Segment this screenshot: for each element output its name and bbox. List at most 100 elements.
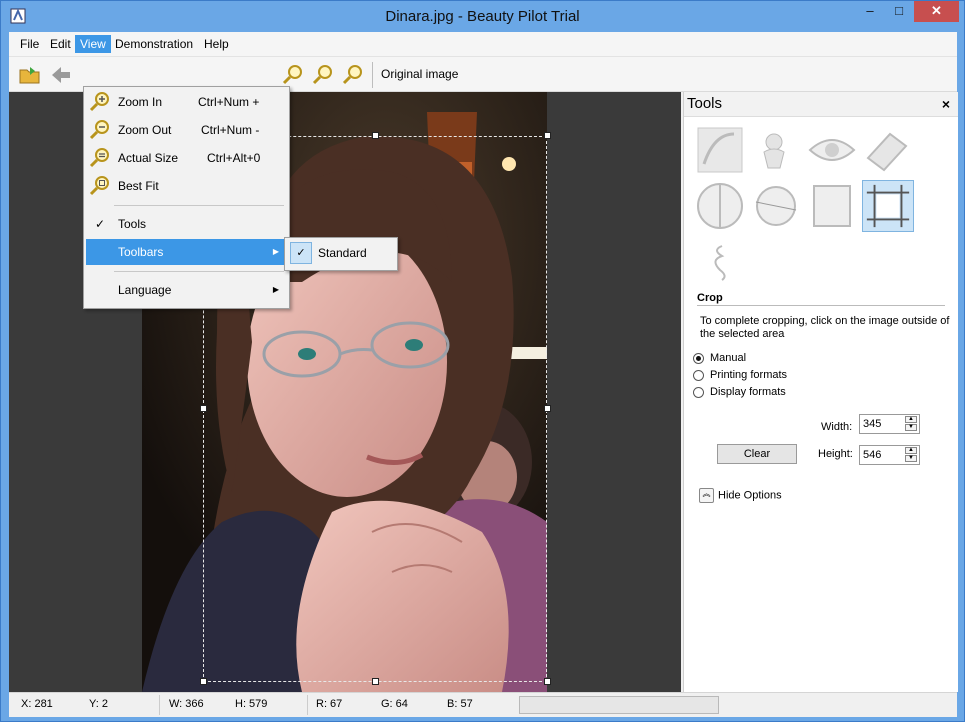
radio-dot[interactable]: [693, 352, 704, 364]
tools-header: Tools ×: [684, 92, 958, 117]
section-divider: [697, 305, 945, 306]
crop-section-title: Crop: [697, 292, 723, 304]
resize-tool-icon[interactable]: [806, 180, 858, 232]
crop-handle-bottom-right[interactable]: [544, 678, 551, 685]
curve-tool-icon[interactable]: [694, 236, 746, 288]
menu-label: Zoom In: [118, 95, 163, 109]
menu-separator: [114, 205, 284, 206]
rotate-tool-icon[interactable]: [750, 180, 802, 232]
eraser-tool-icon[interactable]: [862, 124, 914, 176]
menu-label: Zoom Out: [118, 123, 172, 137]
cherub-tool-icon[interactable]: [750, 124, 802, 176]
crop-handle-top[interactable]: [372, 132, 379, 139]
radio-dot[interactable]: [693, 369, 704, 381]
status-b: B: 57: [447, 698, 473, 710]
radio-dot[interactable]: [693, 386, 704, 398]
menu-item-best-fit[interactable]: Best Fit: [86, 173, 285, 199]
eye-tool-icon[interactable]: [806, 124, 858, 176]
maximize-button[interactable]: □: [885, 1, 913, 22]
original-image-button[interactable]: Original image: [381, 67, 458, 81]
menu-demonstration[interactable]: Demonstration: [110, 35, 198, 53]
clear-button[interactable]: Clear: [717, 444, 797, 464]
radio-label: Display formats: [710, 386, 786, 398]
submenu-arrow-icon: ▶: [272, 285, 279, 294]
menu-file[interactable]: File: [15, 35, 44, 53]
radio-label: Printing formats: [710, 369, 788, 381]
down-arrow-icon[interactable]: ▼: [905, 455, 917, 462]
width-spin-arrows[interactable]: ▲ ▼: [905, 416, 917, 432]
window-title: Dinara.jpg - Beauty Pilot Trial: [385, 8, 580, 25]
minimize-button[interactable]: –: [856, 1, 884, 22]
tools-panel: Tools × Crop To complete cropping, click…: [683, 92, 958, 692]
zoom-out-toolbar-icon[interactable]: [281, 63, 305, 87]
menu-view[interactable]: View: [75, 35, 111, 53]
menu-label: Toolbars: [118, 245, 164, 259]
best-fit-toolbar-icon[interactable]: [341, 63, 365, 87]
status-g: G: 64: [381, 698, 408, 710]
up-arrow-icon[interactable]: ▲: [905, 447, 917, 454]
menu-label: Language: [118, 283, 172, 297]
toolbars-submenu: ✓ Standard: [284, 237, 398, 271]
height-spin-arrows[interactable]: ▲ ▼: [905, 447, 917, 463]
status-x: X: 281: [21, 698, 53, 710]
crop-handle-top-right[interactable]: [544, 132, 551, 139]
height-value[interactable]: 546: [863, 449, 881, 461]
crop-handle-right[interactable]: [544, 405, 551, 412]
actual-size-toolbar-icon[interactable]: [311, 63, 335, 87]
progress-bar: [519, 696, 719, 714]
contrast-tool-icon[interactable]: [694, 180, 746, 232]
tools-title: Tools: [687, 95, 723, 112]
collapse-icon[interactable]: ︽: [699, 488, 714, 503]
crop-tool-icon[interactable]: [862, 180, 914, 232]
hide-options-button[interactable]: ︽ Hide Options: [699, 488, 782, 504]
width-value[interactable]: 345: [863, 418, 881, 430]
crop-handle-bottom[interactable]: [372, 678, 379, 685]
menu-item-tools[interactable]: ✓ Tools: [86, 211, 285, 237]
width-label: Width:: [821, 421, 853, 433]
texture-tool-icon[interactable]: [694, 124, 746, 176]
hide-options-label: Hide Options: [718, 489, 782, 502]
radio-manual[interactable]: Manual: [693, 351, 746, 366]
height-spinner[interactable]: 546 ▲ ▼: [859, 445, 920, 465]
crop-handle-bottom-left[interactable]: [200, 678, 207, 685]
radio-display-formats[interactable]: Display formats: [693, 385, 786, 400]
menu-edit[interactable]: Edit: [45, 35, 76, 53]
status-bar: X: 281 Y: 2 W: 366 H: 579 R: 67 G: 64 B:…: [9, 692, 957, 717]
menu-item-actual-size[interactable]: Actual Size Ctrl+Alt+0: [86, 145, 285, 171]
menu-shortcut: Ctrl+Num -: [201, 123, 260, 137]
app-window: Dinara.jpg - Beauty Pilot Trial – □ ✕ Fi…: [0, 0, 965, 722]
menu-item-language[interactable]: Language ▶: [86, 277, 285, 303]
submenu-arrow-icon: ▶: [272, 247, 279, 256]
menu-item-toolbars[interactable]: Toolbars ▶: [86, 239, 285, 265]
radio-label: Manual: [710, 352, 747, 364]
back-arrow-icon[interactable]: [49, 63, 73, 87]
check-icon: ✓: [290, 242, 312, 264]
menu-help[interactable]: Help: [199, 35, 234, 53]
width-spinner[interactable]: 345 ▲ ▼: [859, 414, 920, 434]
zoom-out-icon: [89, 120, 109, 140]
tools-close-button[interactable]: ×: [942, 96, 950, 112]
zoom-in-icon: [89, 92, 109, 112]
close-button[interactable]: ✕: [914, 1, 959, 22]
status-w: W: 366: [169, 698, 204, 710]
crop-handle-left[interactable]: [200, 405, 207, 412]
up-arrow-icon[interactable]: ▲: [905, 416, 917, 423]
height-label: Height:: [818, 448, 853, 460]
crop-description: To complete cropping, click on the image…: [700, 315, 950, 340]
menu-label: Tools: [118, 217, 147, 231]
client-area: File Edit View Demonstration Help Origin…: [9, 32, 958, 717]
down-arrow-icon[interactable]: ▼: [905, 424, 917, 431]
menu-label: Actual Size: [118, 151, 179, 165]
open-folder-icon[interactable]: [18, 63, 42, 87]
submenu-item-standard[interactable]: ✓ Standard: [287, 240, 393, 266]
radio-printing-formats[interactable]: Printing formats: [693, 368, 787, 383]
menu-bar: File Edit View Demonstration Help: [9, 32, 957, 57]
menu-shortcut: Ctrl+Alt+0: [207, 151, 261, 165]
menu-item-zoom-out[interactable]: Zoom Out Ctrl+Num -: [86, 117, 285, 143]
toolbar-separator: [372, 62, 373, 88]
menu-separator: [114, 271, 284, 272]
status-h: H: 579: [235, 698, 268, 710]
menu-item-zoom-in[interactable]: Zoom In Ctrl+Num +: [86, 89, 285, 115]
title-bar[interactable]: Dinara.jpg - Beauty Pilot Trial – □ ✕: [1, 1, 964, 32]
status-separator: [307, 695, 308, 715]
